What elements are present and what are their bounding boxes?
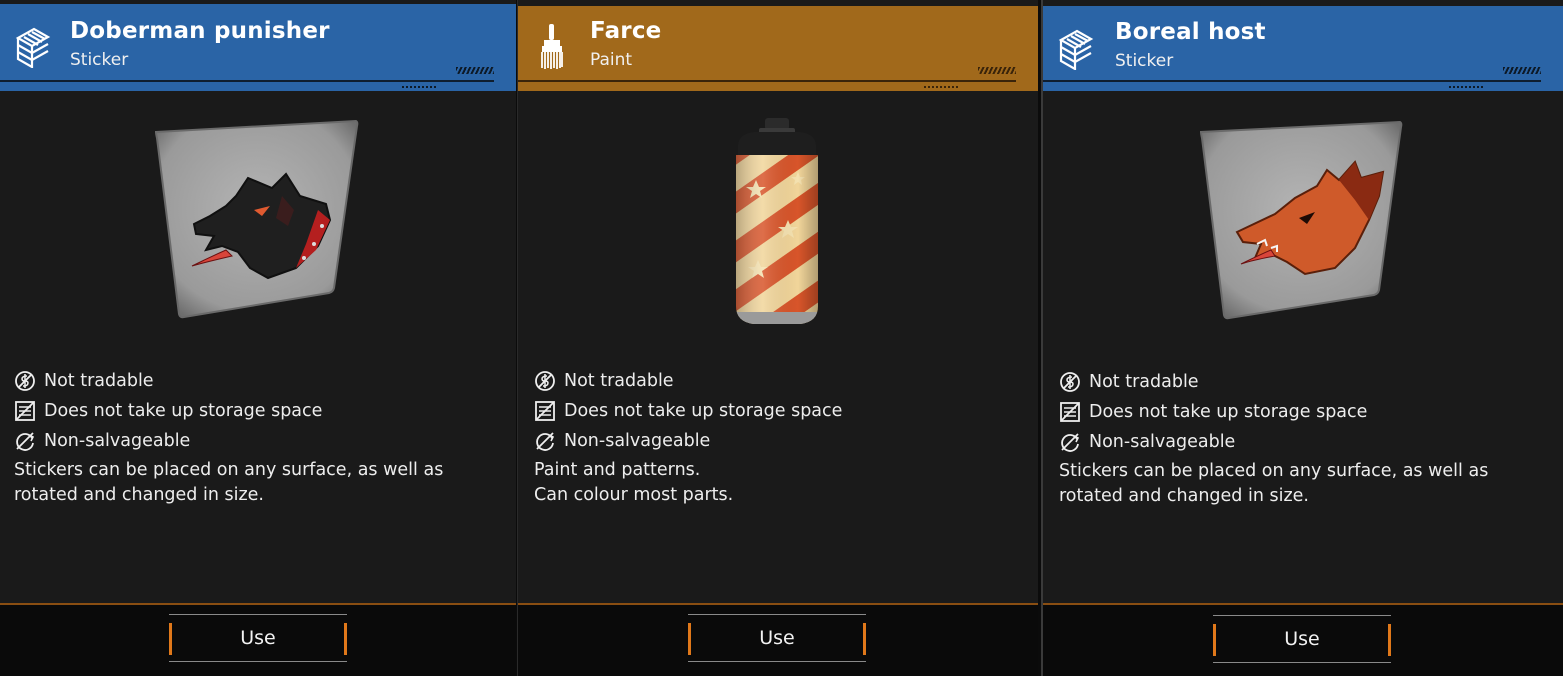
- property-no-storage: Does not take up storage space: [14, 396, 443, 426]
- item-type: Sticker: [70, 50, 129, 70]
- property-label: Does not take up storage space: [564, 401, 843, 421]
- property-label: Does not take up storage space: [1089, 402, 1368, 422]
- header-rule: [1043, 80, 1541, 82]
- doberman-sticker-image: [154, 119, 359, 319]
- header-dots: [924, 86, 958, 88]
- property-label: Not tradable: [564, 371, 674, 391]
- item-preview: [518, 100, 1038, 340]
- card-header: Farce Paint: [518, 6, 1038, 91]
- item-type: Paint: [590, 50, 633, 70]
- no-storage-icon: [15, 401, 35, 421]
- item-properties: Not tradable Does not take up storage sp…: [14, 366, 443, 508]
- property-label: Non-salvageable: [44, 431, 191, 451]
- non-salvageable-icon: [536, 432, 555, 451]
- property-label: Does not take up storage space: [44, 401, 323, 421]
- item-preview: [1043, 100, 1563, 340]
- sticker-stack-icon: [15, 27, 51, 68]
- property-label: Not tradable: [44, 371, 154, 391]
- property-not-tradable: Not tradable: [14, 366, 443, 396]
- header-accent-bar: [518, 84, 1038, 91]
- sticker-stack-icon: [1058, 29, 1094, 70]
- spray-can-image: [736, 118, 818, 324]
- property-label: Not tradable: [1089, 372, 1199, 392]
- property-label: Non-salvageable: [1089, 432, 1236, 452]
- item-card-boreal-host: Boreal host Sticker Not tradable Does no…: [1041, 0, 1563, 676]
- property-not-tradable: Not tradable: [534, 366, 842, 396]
- not-tradable-icon: [15, 371, 35, 391]
- property-not-tradable: Not tradable: [1059, 367, 1488, 397]
- header-hatch: [978, 67, 1016, 74]
- item-type: Sticker: [1115, 51, 1174, 71]
- card-footer: Use: [0, 603, 516, 676]
- header-accent-bar: [0, 84, 516, 91]
- no-storage-icon: [535, 401, 555, 421]
- property-non-salvageable: Non-salvageable: [1059, 427, 1488, 457]
- paintbrush-icon: [541, 24, 563, 69]
- property-no-storage: Does not take up storage space: [534, 396, 842, 426]
- property-no-storage: Does not take up storage space: [1059, 397, 1488, 427]
- item-title: Farce: [590, 18, 662, 44]
- item-properties: Not tradable Does not take up storage sp…: [1059, 367, 1488, 509]
- not-tradable-icon: [535, 371, 555, 391]
- property-label: Non-salvageable: [564, 431, 711, 451]
- non-salvageable-icon: [1061, 433, 1080, 452]
- not-tradable-icon: [1060, 372, 1080, 392]
- header-accent-bar: [1043, 84, 1563, 91]
- item-description: Stickers can be placed on any surface, a…: [1059, 461, 1489, 506]
- use-button[interactable]: Use: [169, 614, 347, 662]
- header-rule: [0, 80, 494, 82]
- item-preview: [0, 100, 516, 340]
- header-hatch: [456, 67, 494, 74]
- card-footer: Use: [1043, 603, 1563, 676]
- item-title: Boreal host: [1115, 19, 1266, 45]
- wolf-sticker-image: [1199, 120, 1403, 320]
- use-button[interactable]: Use: [688, 614, 866, 662]
- use-button[interactable]: Use: [1213, 615, 1391, 663]
- property-non-salvageable: Non-salvageable: [14, 426, 443, 456]
- non-salvageable-icon: [16, 432, 35, 451]
- header-dots: [402, 86, 436, 88]
- item-card-farce: Farce Paint Not tradable Does not take u…: [517, 0, 1038, 676]
- card-footer: Use: [518, 603, 1038, 676]
- header-dots: [1449, 86, 1483, 88]
- item-card-doberman: Doberman punisher Sticker Not tradable D…: [0, 0, 516, 676]
- header-rule: [518, 80, 1016, 82]
- item-description: Paint and patterns. Can colour most part…: [534, 460, 734, 505]
- card-header: Boreal host Sticker: [1043, 6, 1563, 91]
- item-properties: Not tradable Does not take up storage sp…: [534, 366, 842, 508]
- card-header: Doberman punisher Sticker: [0, 4, 516, 91]
- header-hatch: [1503, 67, 1541, 74]
- no-storage-icon: [1060, 402, 1080, 422]
- item-description: Stickers can be placed on any surface, a…: [14, 460, 444, 505]
- item-title: Doberman punisher: [70, 18, 330, 44]
- property-non-salvageable: Non-salvageable: [534, 426, 842, 456]
